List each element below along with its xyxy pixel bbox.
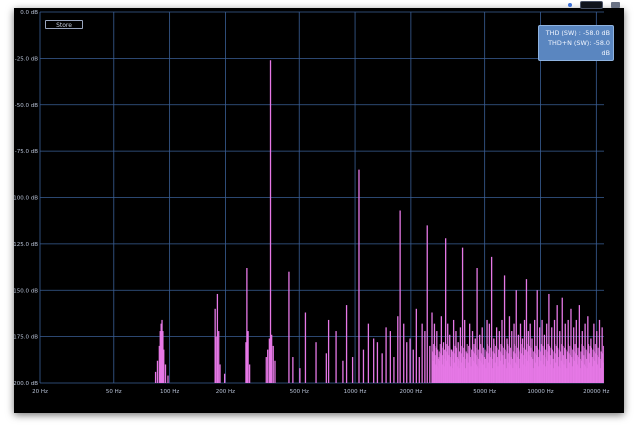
status-dot-icon: [568, 3, 573, 7]
x-tick-label: 2000 Hz: [399, 389, 422, 395]
thd-readout: THD (SW) : -58.0 dB: [545, 29, 610, 37]
x-tick-label: 1000 Hz: [344, 389, 367, 395]
thd-readout-panel: THD (SW) : -58.0 dB THD+N (SW): -58.0 dB: [538, 25, 614, 61]
y-tick-label: -125.0 dB: [14, 242, 38, 248]
y-tick-label: -100.0 dB: [14, 196, 38, 202]
x-tick-label: 5000 Hz: [473, 389, 496, 395]
y-tick-label: -25.0 dB: [15, 56, 38, 62]
analyzer-window: 0.0 dB -25.0 dB -50.0 dB -75.0 dB -100.0 dB -…: [14, 1, 624, 413]
y-tick-label: -50.0 dB: [15, 103, 38, 109]
x-tick-label: 20 Hz: [32, 389, 48, 395]
y-tick-label: -175.0 dB: [14, 335, 38, 341]
y-tick-label: -200.0 dB: [14, 381, 38, 387]
x-tick-label: 500 Hz: [290, 389, 309, 395]
top-toolbar: [568, 1, 620, 9]
spectrum-plot[interactable]: 0.0 dB -25.0 dB -50.0 dB -75.0 dB -100.0 dB -…: [14, 8, 624, 413]
thdn-readout: THD+N (SW): -58.0 dB: [548, 39, 610, 57]
y-tick-label: 0.0 dB: [20, 10, 38, 16]
store-button[interactable]: Store: [45, 20, 83, 29]
y-tick-label: -150.0 dB: [14, 288, 38, 294]
x-tick-label: 10000 Hz: [527, 389, 553, 395]
toolbar-box-icon[interactable]: [611, 2, 620, 8]
x-tick-label: 20000 Hz: [583, 389, 609, 395]
x-tick-label: 200 Hz: [216, 389, 235, 395]
y-tick-label: -75.0 dB: [15, 149, 38, 155]
x-tick-label: 50 Hz: [106, 389, 122, 395]
x-tick-label: 100 Hz: [160, 389, 179, 395]
toolbar-pill-button[interactable]: [580, 1, 603, 9]
